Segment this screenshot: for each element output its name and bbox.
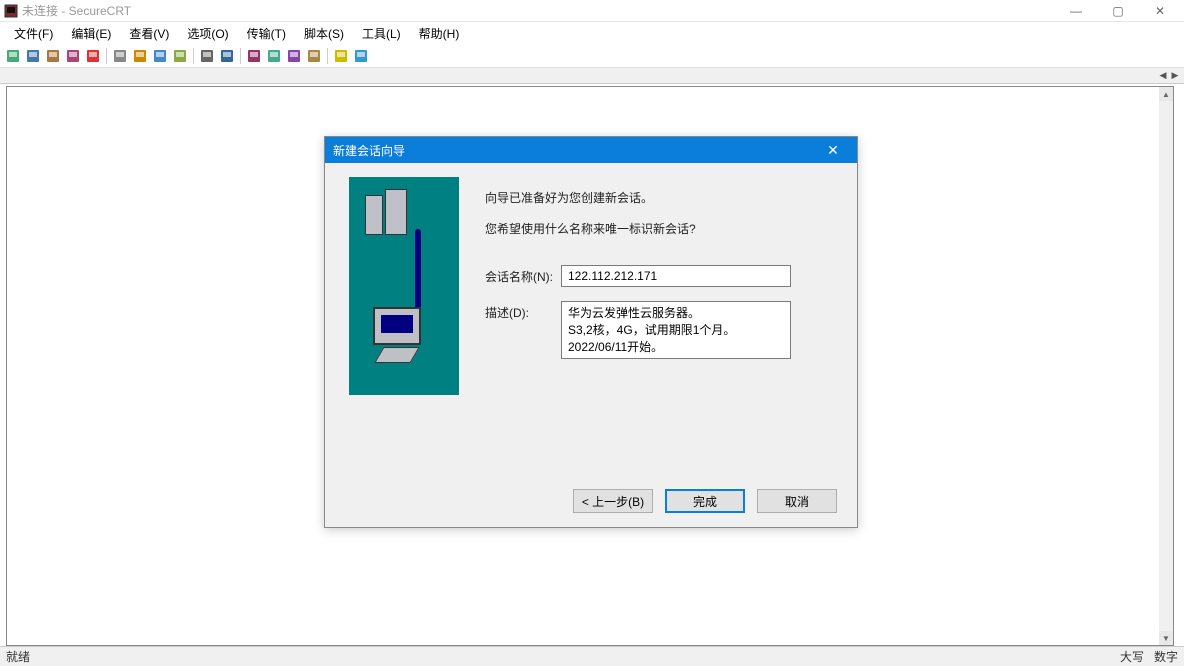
menu-options[interactable]: 选项(O) — [179, 23, 236, 44]
cancel-button[interactable]: 取消 — [757, 489, 837, 513]
scrollbar[interactable]: ▲ ▼ — [1159, 87, 1173, 645]
quick-connect-icon[interactable] — [4, 47, 22, 65]
wizard-text-ready: 向导已准备好为您创建新会话。 — [485, 189, 827, 206]
print-icon[interactable] — [111, 47, 129, 65]
toolbar — [0, 44, 1184, 68]
menu-script[interactable]: 脚本(S) — [296, 23, 352, 44]
finish-button[interactable]: 完成 — [665, 489, 745, 513]
print-preview-icon[interactable] — [218, 47, 236, 65]
window-title: 未连接 - SecureCRT — [22, 2, 1056, 19]
tab-strip: ◀ ▶ — [0, 68, 1184, 84]
window-titlebar: 未连接 - SecureCRT — ▢ ✕ — [0, 0, 1184, 22]
scroll-down-button[interactable]: ▼ — [1159, 631, 1173, 645]
new-session-wizard-dialog: 新建会话向导 ✕ 向导已准备好为您创建新会话。 您希望使用什么名称来唯一标识新会… — [324, 136, 858, 528]
window-close-button[interactable]: ✕ — [1140, 1, 1180, 21]
toolbar-separator — [327, 48, 328, 64]
dialog-titlebar[interactable]: 新建会话向导 ✕ — [325, 137, 857, 163]
dialog-close-button[interactable]: ✕ — [817, 137, 849, 163]
tab-scroll-right[interactable]: ▶ — [1170, 69, 1180, 81]
description-input[interactable] — [561, 301, 791, 359]
properties-icon[interactable] — [245, 47, 263, 65]
menu-transfer[interactable]: 传输(T) — [239, 23, 294, 44]
printer-icon[interactable] — [198, 47, 216, 65]
menu-file[interactable]: 文件(F) — [6, 23, 61, 44]
menu-help[interactable]: 帮助(H) — [411, 23, 468, 44]
window-maximize-button[interactable]: ▢ — [1098, 1, 1138, 21]
about-icon[interactable] — [352, 47, 370, 65]
wizard-image — [349, 177, 459, 395]
options2-icon[interactable] — [265, 47, 283, 65]
dialog-title: 新建会话向导 — [333, 142, 405, 159]
wizard-text-prompt: 您希望使用什么名称来唯一标识新会话? — [485, 220, 827, 237]
toolbar-separator — [193, 48, 194, 64]
status-num: 数字 — [1154, 648, 1178, 665]
menu-tools[interactable]: 工具(L) — [354, 23, 409, 44]
help-icon[interactable] — [332, 47, 350, 65]
script-run-icon[interactable] — [285, 47, 303, 65]
description-label: 描述(D): — [485, 301, 561, 321]
session-name-label: 会话名称(N): — [485, 265, 561, 285]
tab-scroll-left[interactable]: ◀ — [1158, 69, 1168, 81]
status-ready: 就绪 — [6, 648, 30, 665]
find-icon[interactable] — [171, 47, 189, 65]
status-caps: 大写 — [1120, 648, 1144, 665]
reconnect-icon[interactable] — [64, 47, 82, 65]
session-name-input[interactable] — [561, 265, 791, 287]
back-button[interactable]: < 上一步(B) — [573, 489, 653, 513]
sessions-icon[interactable] — [44, 47, 62, 65]
menubar: 文件(F)编辑(E)查看(V)选项(O)传输(T)脚本(S)工具(L)帮助(H) — [0, 22, 1184, 44]
copy-icon[interactable] — [131, 47, 149, 65]
menu-edit[interactable]: 编辑(E) — [63, 23, 119, 44]
app-icon — [4, 4, 18, 18]
window-minimize-button[interactable]: — — [1056, 1, 1096, 21]
toolbar-separator — [106, 48, 107, 64]
disconnect-icon[interactable] — [84, 47, 102, 65]
key-icon[interactable] — [305, 47, 323, 65]
menu-view[interactable]: 查看(V) — [121, 23, 177, 44]
toolbar-separator — [240, 48, 241, 64]
paste-icon[interactable] — [151, 47, 169, 65]
quick-connect2-icon[interactable] — [24, 47, 42, 65]
scroll-up-button[interactable]: ▲ — [1159, 87, 1173, 101]
statusbar: 就绪 大写 数字 — [0, 646, 1184, 666]
